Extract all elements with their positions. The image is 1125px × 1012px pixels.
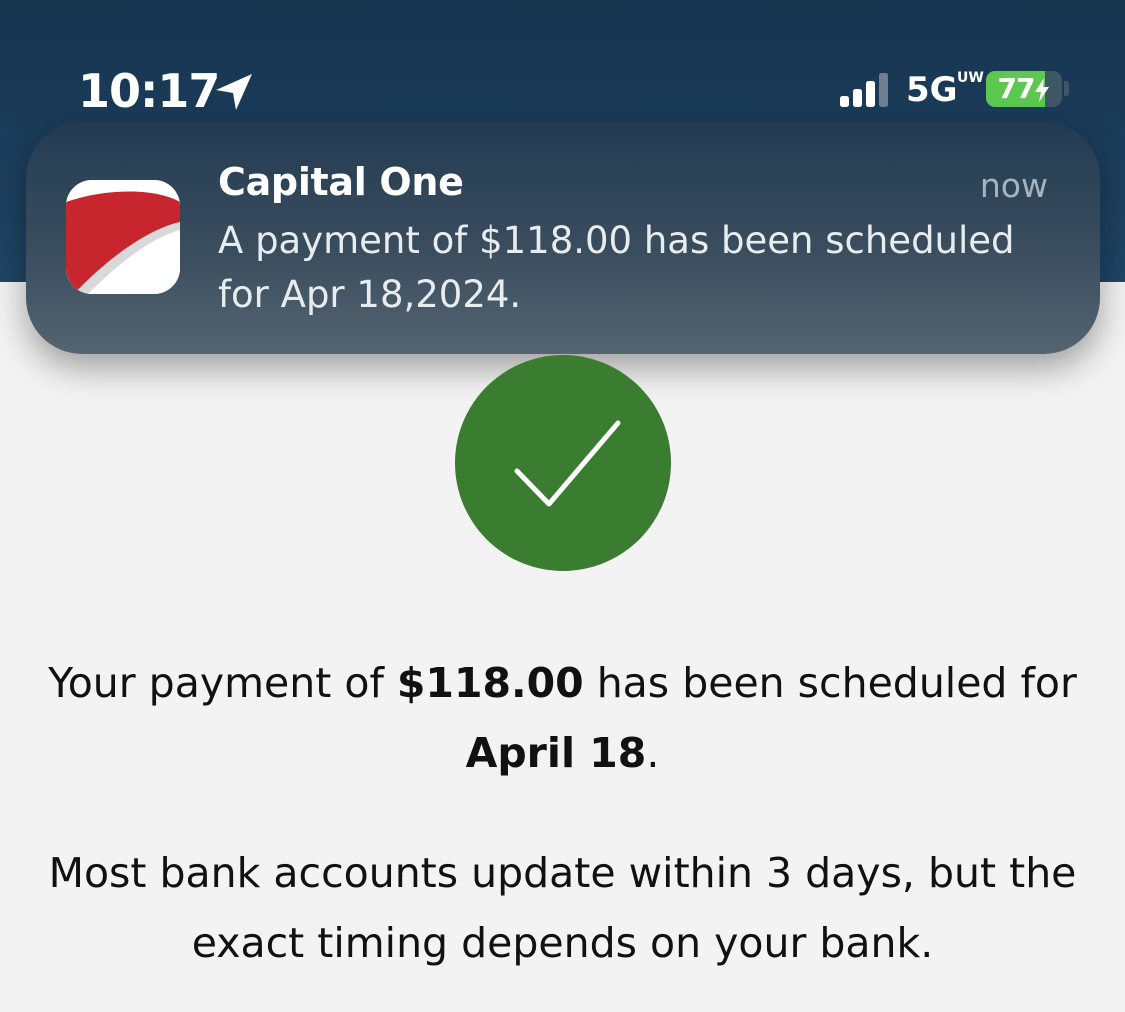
- status-bar: 10:17 5G UW 77: [0, 0, 1125, 120]
- charging-bolt-icon: [1035, 78, 1050, 102]
- timing-info: Most bank accounts update within 3 days,…: [48, 849, 1077, 967]
- location-arrow-icon: [216, 74, 252, 110]
- payment-date: April 18: [465, 729, 647, 777]
- battery-percent: 77: [986, 71, 1062, 107]
- notification-app-name: Capital One: [218, 160, 464, 204]
- checkmark-icon: [514, 420, 621, 507]
- capital-one-logo-icon: [66, 180, 180, 294]
- network-type: 5G: [906, 70, 958, 110]
- network-badge: UW: [957, 70, 984, 86]
- confirmation-message: Your payment of $118.00 has been schedul…: [48, 659, 1077, 777]
- notification-time: now: [979, 166, 1048, 205]
- battery-icon: 77: [986, 71, 1062, 107]
- notification-body: A payment of $118.00 has been scheduled …: [218, 219, 1015, 316]
- push-notification[interactable]: Capital One now A payment of $118.00 has…: [26, 122, 1100, 354]
- battery-tip: [1064, 81, 1069, 96]
- signal-bars-icon: [840, 73, 888, 107]
- status-time: 10:17: [78, 64, 220, 118]
- success-badge: [455, 355, 671, 571]
- payment-amount: $118.00: [396, 659, 584, 707]
